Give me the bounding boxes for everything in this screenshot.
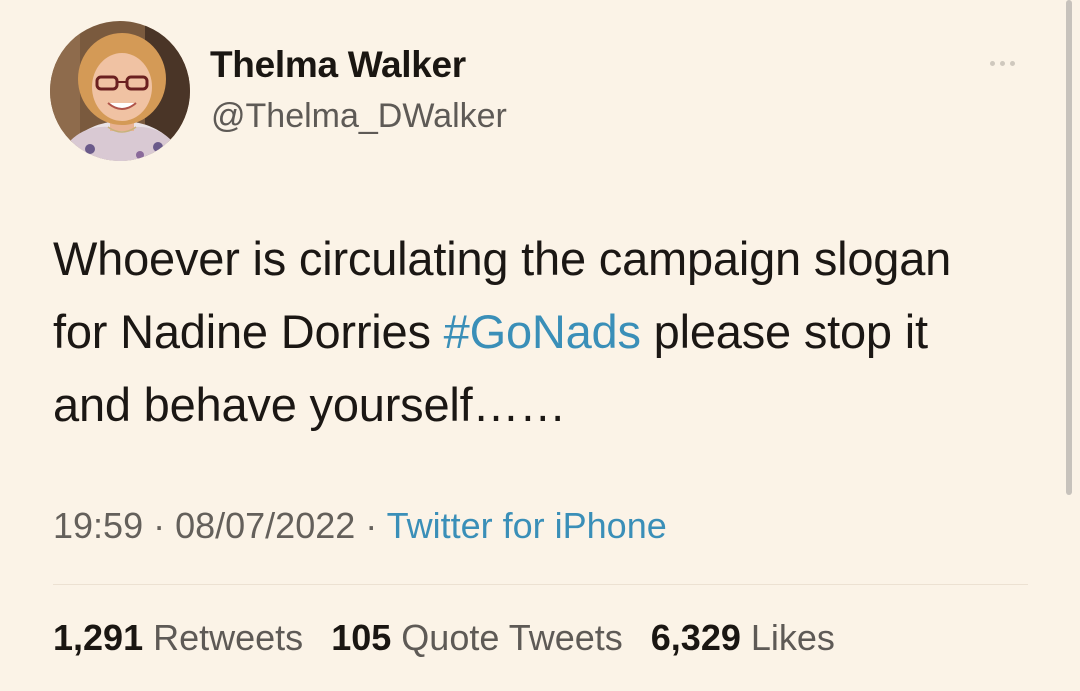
divider [53,584,1028,585]
tweet-source-link[interactable]: Twitter for iPhone [387,505,667,546]
retweets-count: 1,291 [53,617,144,658]
hashtag-link[interactable]: #GoNads [444,305,641,358]
quote-tweets-stat[interactable]: 105 Quote Tweets [331,617,623,658]
tweet-date[interactable]: 08/07/2022 [175,505,355,546]
avatar[interactable] [50,21,190,161]
quote-tweets-label: Quote Tweets [401,617,623,658]
user-handle[interactable]: @Thelma_DWalker [211,97,507,136]
more-horizontal-icon[interactable] [990,56,1024,70]
retweets-label: Retweets [153,617,304,658]
more-dot [1000,60,1005,66]
display-name[interactable]: Thelma Walker [210,44,466,86]
more-dot [990,60,995,66]
quote-tweets-count: 105 [331,617,392,658]
likes-stat[interactable]: 6,329 Likes [651,617,835,658]
likes-count: 6,329 [650,617,741,658]
meta-separator: · [355,505,387,546]
tweet-meta: 19:59 · 08/07/2022 · Twitter for iPhone [53,505,667,547]
scrollbar[interactable] [1066,0,1072,495]
likes-label: Likes [750,617,835,658]
tweet-text: Whoever is circulating the campaign slog… [53,222,1013,441]
tweet-card: Thelma Walker @Thelma_DWalker Whoever is… [0,0,1080,691]
more-dot [1010,60,1015,66]
retweets-stat[interactable]: 1,291 Retweets [53,617,303,658]
meta-separator: · [143,505,176,546]
tweet-time[interactable]: 19:59 [53,505,143,546]
tweet-stats: 1,291 Retweets 105 Quote Tweets 6,329 Li… [53,617,853,659]
